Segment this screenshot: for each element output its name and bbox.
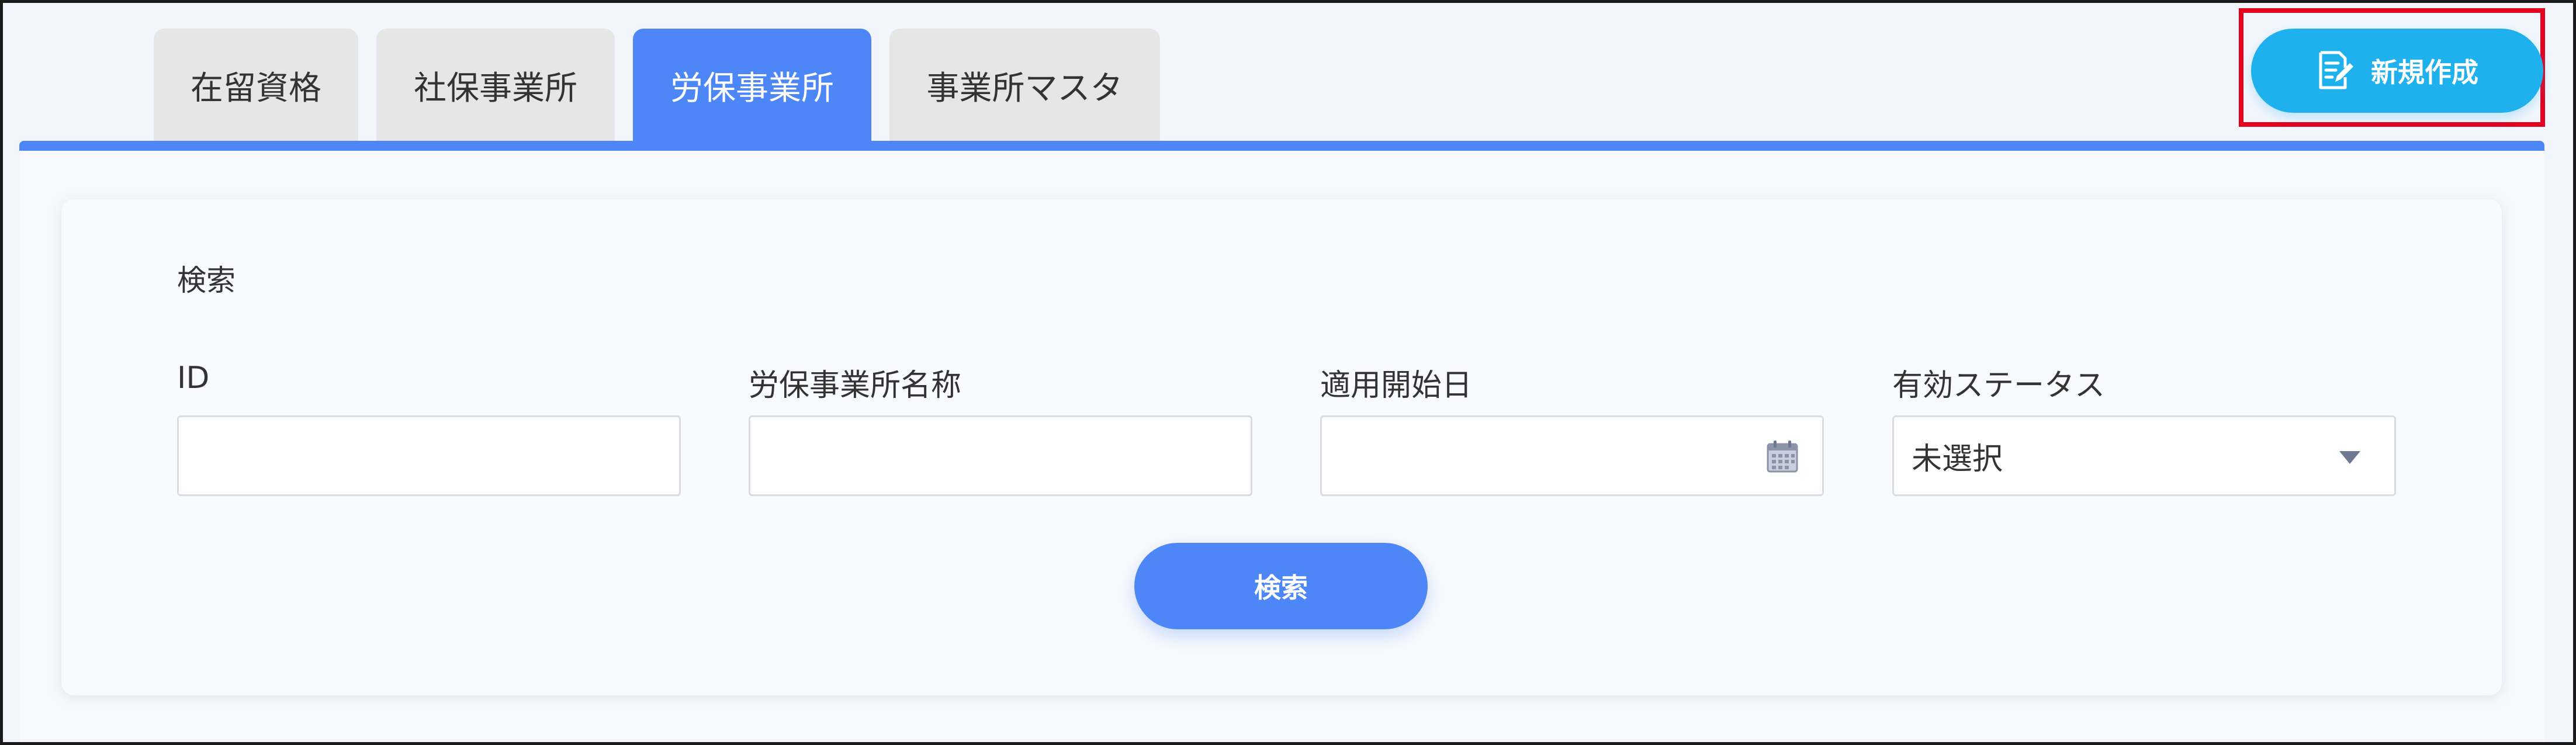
office-name-label: 労保事業所名称 [749,368,962,403]
start-date-input[interactable] [1322,417,1822,494]
status-select-value: 未選択 [1912,441,2003,477]
dropdown-arrow-icon [2339,451,2360,464]
calendar-icon[interactable] [1766,439,1799,473]
new-create-button-label: 新規作成 [2371,57,2478,88]
tab-residence-status[interactable]: 在留資格 [154,29,358,142]
tab-bar: 在留資格 社保事業所 労保事業所 事業所マスタ [154,29,1160,142]
status-select[interactable]: 未選択 [1892,415,2396,496]
edit-document-icon [2319,51,2353,89]
search-section-title: 検索 [177,264,236,297]
id-input[interactable] [179,417,679,494]
start-date-field-box [1320,415,1824,496]
id-label: ID [177,361,210,396]
tab-underline [19,141,2544,151]
tab-social-insurance-office[interactable]: 社保事業所 [376,29,615,142]
office-name-input[interactable] [750,417,1251,494]
search-button[interactable]: 検索 [1134,543,1428,629]
app-frame: 在留資格 社保事業所 労保事業所 事業所マスタ 新規作成 検索 ID 労保事業所… [0,0,2576,745]
status-label: 有効ステータス [1892,368,2106,403]
office-name-field-box [749,415,1252,496]
tab-office-master[interactable]: 事業所マスタ [889,29,1160,142]
search-button-label: 検索 [1254,572,1308,604]
tab-labor-insurance-office[interactable]: 労保事業所 [633,29,871,142]
new-create-button[interactable]: 新規作成 [2251,29,2543,113]
start-date-label: 適用開始日 [1320,368,1473,403]
id-field-box [177,415,681,496]
